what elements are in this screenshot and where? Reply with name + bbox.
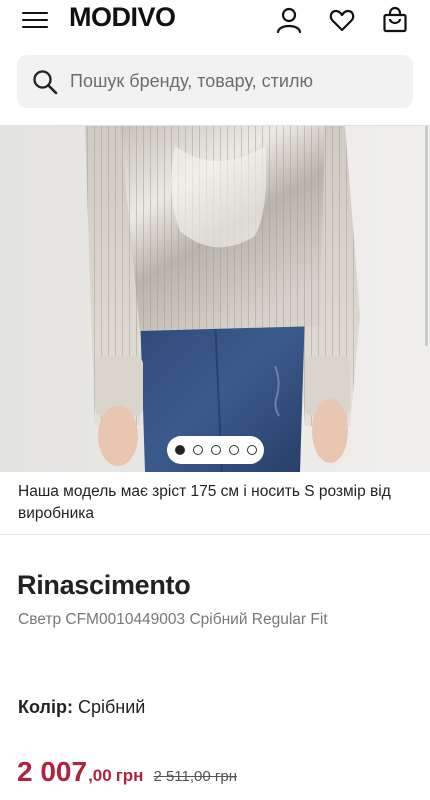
search-bar[interactable]: Пошук бренду, товару, стилю [17,55,413,108]
gallery-dot-1[interactable] [174,445,185,455]
info-divider [0,534,430,535]
product-photo [0,126,430,472]
gallery-dot-4[interactable] [228,445,239,455]
search-icon [33,69,58,94]
current-price: 2 007 [17,756,88,787]
old-price: 2 511,00 грн [153,768,237,785]
gallery-dot-2[interactable] [192,445,203,455]
price-currency: грн [115,766,144,785]
search-placeholder: Пошук бренду, товару, стилю [70,71,313,91]
user-icon[interactable] [275,6,303,34]
gallery-dot-3[interactable] [210,445,221,455]
shopping-bag-icon[interactable] [381,6,409,34]
color-row: Колір: Срібний [18,697,145,718]
modivo-logo[interactable]: MODIVO [69,2,176,33]
hamburger-menu-icon[interactable] [22,10,48,30]
product-image-gallery[interactable] [0,126,430,472]
heart-icon[interactable] [328,6,356,34]
product-brand[interactable]: Rinascimento [17,570,191,601]
product-name: Светр CFM0010449003 Срібний Regular Fit [18,611,328,628]
model-size-note: Наша модель має зріст 175 см і носить S … [18,483,391,522]
gallery-pagination [167,436,264,464]
page-scrollbar[interactable] [425,126,428,346]
top-header: MODIVO [0,0,430,44]
gallery-dot-5[interactable] [246,445,257,455]
price-row: 2 007 ,00 грн 2 511,00 грн [17,756,237,788]
color-value: Срібний [77,697,146,717]
color-label: Колір: [18,697,73,717]
current-price-decimals: ,00 [88,766,112,785]
